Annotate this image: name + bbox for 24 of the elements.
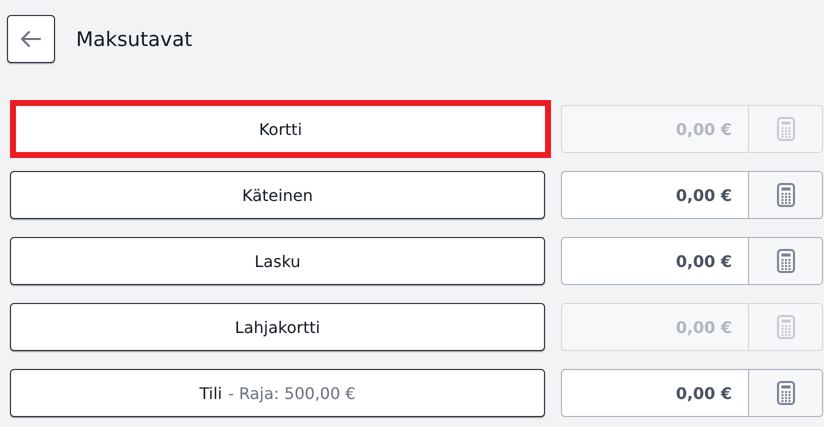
calculator-icon [776,183,794,207]
payment-method-button[interactable]: Lasku [10,237,545,285]
calculator-icon [776,381,794,405]
method-label: Tili [199,384,222,402]
amount-field[interactable]: 0,00 € [561,369,823,417]
amount-value: 0,00 € [674,250,733,272]
calculator-button[interactable] [748,238,822,284]
back-arrow-icon [21,31,41,47]
calculator-icon [776,315,794,339]
back-button[interactable] [7,15,55,63]
amount-value: 0,00 € [674,118,733,140]
amount-field[interactable]: 0,00 € [561,171,823,219]
calculator-icon [776,249,794,273]
amount-value: 0,00 € [674,382,733,404]
page-title: Maksutavat [76,27,192,51]
calculator-button[interactable] [748,370,822,416]
limit-note: - Raja: 500,00 € [228,384,356,402]
amount-value: 0,00 € [674,184,733,206]
amount-value: 0,00 € [674,316,733,338]
amount-field[interactable]: 0,00 € [561,237,823,285]
calculator-icon [776,117,794,141]
payment-method-button[interactable]: Tili - Raja: 500,00 € [10,369,545,417]
calculator-button[interactable] [748,172,822,218]
payment-method-button[interactable]: Käteinen [10,171,545,219]
